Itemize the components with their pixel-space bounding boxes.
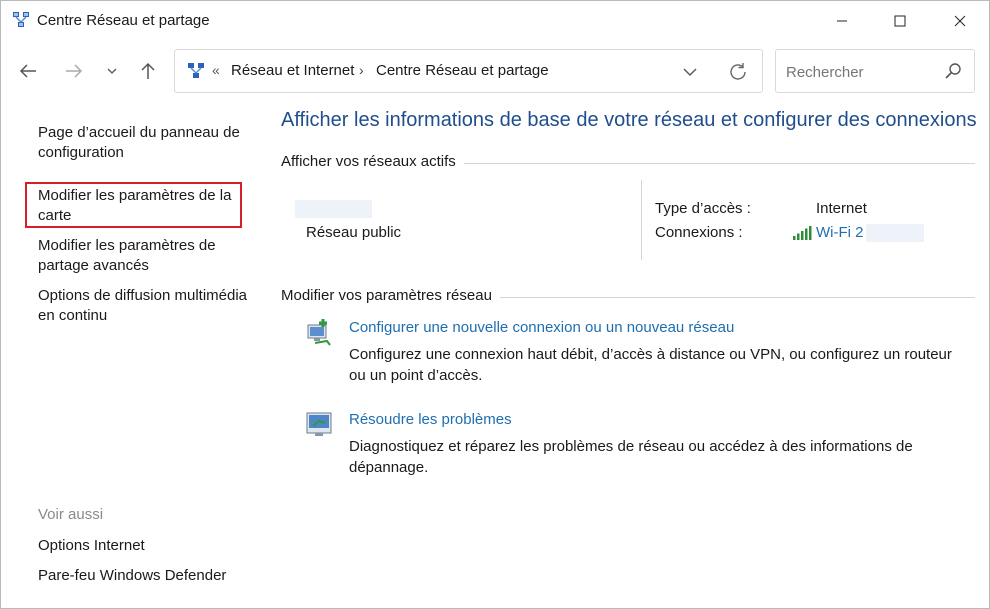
active-networks-heading: Afficher vos réseaux actifs bbox=[281, 153, 464, 170]
access-type-label: Type d’accès : bbox=[655, 200, 751, 217]
network-center-icon bbox=[13, 12, 29, 27]
see-also-windows-firewall[interactable]: Pare-feu Windows Defender bbox=[38, 566, 248, 586]
page-title: Afficher les informations de base de vot… bbox=[281, 109, 977, 131]
back-button[interactable] bbox=[14, 57, 42, 85]
chevron-down-icon bbox=[107, 68, 117, 74]
recent-locations-button[interactable] bbox=[98, 57, 126, 85]
connection-link-wifi[interactable]: Wi-Fi 2 bbox=[816, 224, 864, 241]
sidebar-link-control-panel-home[interactable]: Page d’accueil du panneau de configurati… bbox=[38, 123, 248, 163]
window-title: Centre Réseau et partage bbox=[37, 12, 210, 29]
wifi-signal-icon bbox=[793, 226, 812, 240]
connections-label: Connexions : bbox=[655, 224, 743, 241]
arrow-right-icon bbox=[66, 64, 83, 78]
see-also-internet-options[interactable]: Options Internet bbox=[38, 536, 248, 556]
search-input[interactable] bbox=[784, 60, 938, 84]
network-type: Réseau public bbox=[306, 224, 402, 241]
sidebar-link-media-streaming[interactable]: Options de diffusion multimédia en conti… bbox=[38, 286, 248, 326]
new-connection-icon bbox=[307, 319, 331, 346]
forward-button[interactable] bbox=[60, 57, 88, 85]
section-divider bbox=[461, 163, 975, 164]
task-description-troubleshoot: Diagnostiquez et réparez les problèmes d… bbox=[349, 438, 913, 476]
sidebar-link-advanced-sharing[interactable]: Modifier les paramètres de partage avanc… bbox=[38, 236, 248, 276]
vertical-divider bbox=[641, 180, 642, 260]
chevron-down-icon[interactable] bbox=[679, 62, 701, 82]
breadcrumb-network-internet[interactable]: Réseau et Internet bbox=[231, 62, 354, 79]
network-center-icon bbox=[188, 63, 204, 78]
up-button[interactable] bbox=[134, 57, 162, 85]
close-icon bbox=[954, 15, 966, 27]
title-bar: Centre Réseau et partage bbox=[1, 1, 989, 41]
task-link-new-connection[interactable]: Configurer une nouvelle connexion ou un … bbox=[349, 319, 734, 336]
network-center-window: Centre Réseau et partage « Réseau et Int… bbox=[0, 0, 990, 609]
breadcrumb-overflow[interactable]: « bbox=[212, 62, 220, 78]
arrow-left-icon bbox=[19, 64, 36, 78]
minimize-button[interactable] bbox=[813, 1, 871, 41]
see-also-heading: Voir aussi bbox=[38, 506, 104, 523]
sidebar-link-change-adapter-settings[interactable]: Modifier les paramètres de la carte bbox=[38, 186, 248, 226]
breadcrumb-network-center[interactable]: Centre Réseau et partage bbox=[376, 62, 549, 79]
address-bar[interactable]: « Réseau et Internet › Centre Réseau et … bbox=[174, 49, 763, 93]
modify-settings-heading: Modifier vos paramètres réseau bbox=[281, 287, 500, 304]
search-icon[interactable] bbox=[944, 62, 962, 80]
maximize-button[interactable] bbox=[871, 1, 929, 41]
close-button[interactable] bbox=[931, 1, 989, 41]
minimize-icon bbox=[837, 20, 847, 22]
arrow-up-icon bbox=[141, 62, 155, 79]
access-type-value: Internet bbox=[816, 200, 867, 217]
task-link-troubleshoot[interactable]: Résoudre les problèmes bbox=[349, 411, 512, 428]
task-description-new-connection: Configurez une connexion haut débit, d’a… bbox=[349, 346, 952, 384]
maximize-icon bbox=[894, 15, 906, 27]
section-divider bbox=[496, 297, 975, 298]
network-name-redacted bbox=[295, 200, 372, 218]
breadcrumb-separator: › bbox=[359, 62, 364, 78]
troubleshoot-icon bbox=[306, 412, 332, 436]
search-box[interactable] bbox=[775, 49, 975, 93]
connection-name-redacted bbox=[866, 224, 924, 242]
refresh-icon[interactable] bbox=[727, 61, 749, 83]
